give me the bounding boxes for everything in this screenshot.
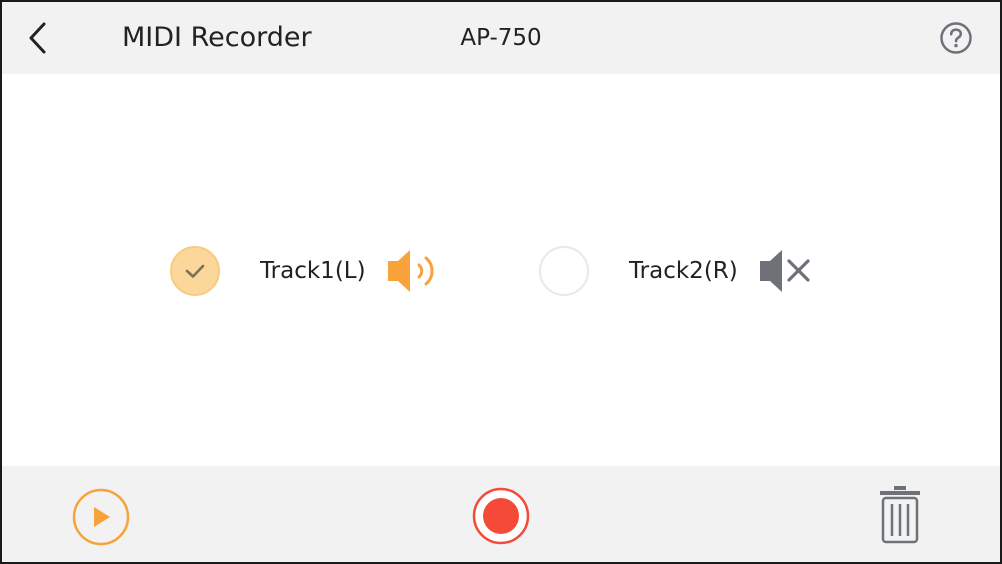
back-button[interactable]: [18, 18, 58, 58]
question-circle-icon: [940, 22, 972, 54]
play-button[interactable]: [72, 488, 130, 546]
track-1-checkbox[interactable]: [170, 246, 220, 296]
track-2-label: Track2(R): [629, 258, 738, 284]
device-name: AP-750: [460, 25, 542, 51]
speaker-on-icon: [387, 250, 434, 292]
speaker-muted-icon: [759, 250, 810, 292]
track-1-row: Track1(L): [170, 244, 448, 298]
record-icon: [472, 487, 530, 545]
help-button[interactable]: [938, 20, 974, 56]
midi-recorder-screen: MIDI Recorder AP-750 Track1(L) Track2(R): [0, 0, 1002, 564]
check-icon: [185, 264, 205, 278]
track-2-row: Track2(R): [539, 244, 820, 298]
trash-icon: [880, 486, 920, 544]
transport-bar: [2, 466, 1000, 562]
track-area: Track1(L) Track2(R): [2, 74, 1000, 466]
track-2-checkbox[interactable]: [539, 246, 589, 296]
record-button[interactable]: [472, 487, 530, 545]
header-bar: MIDI Recorder AP-750: [2, 2, 1000, 74]
track-2-speaker-button[interactable]: [758, 244, 820, 298]
delete-button[interactable]: [878, 484, 922, 546]
track-1-speaker-button[interactable]: [386, 244, 448, 298]
page-title: MIDI Recorder: [122, 22, 312, 53]
play-icon: [72, 488, 130, 546]
chevron-left-icon: [29, 22, 46, 54]
track-1-label: Track1(L): [260, 258, 366, 284]
